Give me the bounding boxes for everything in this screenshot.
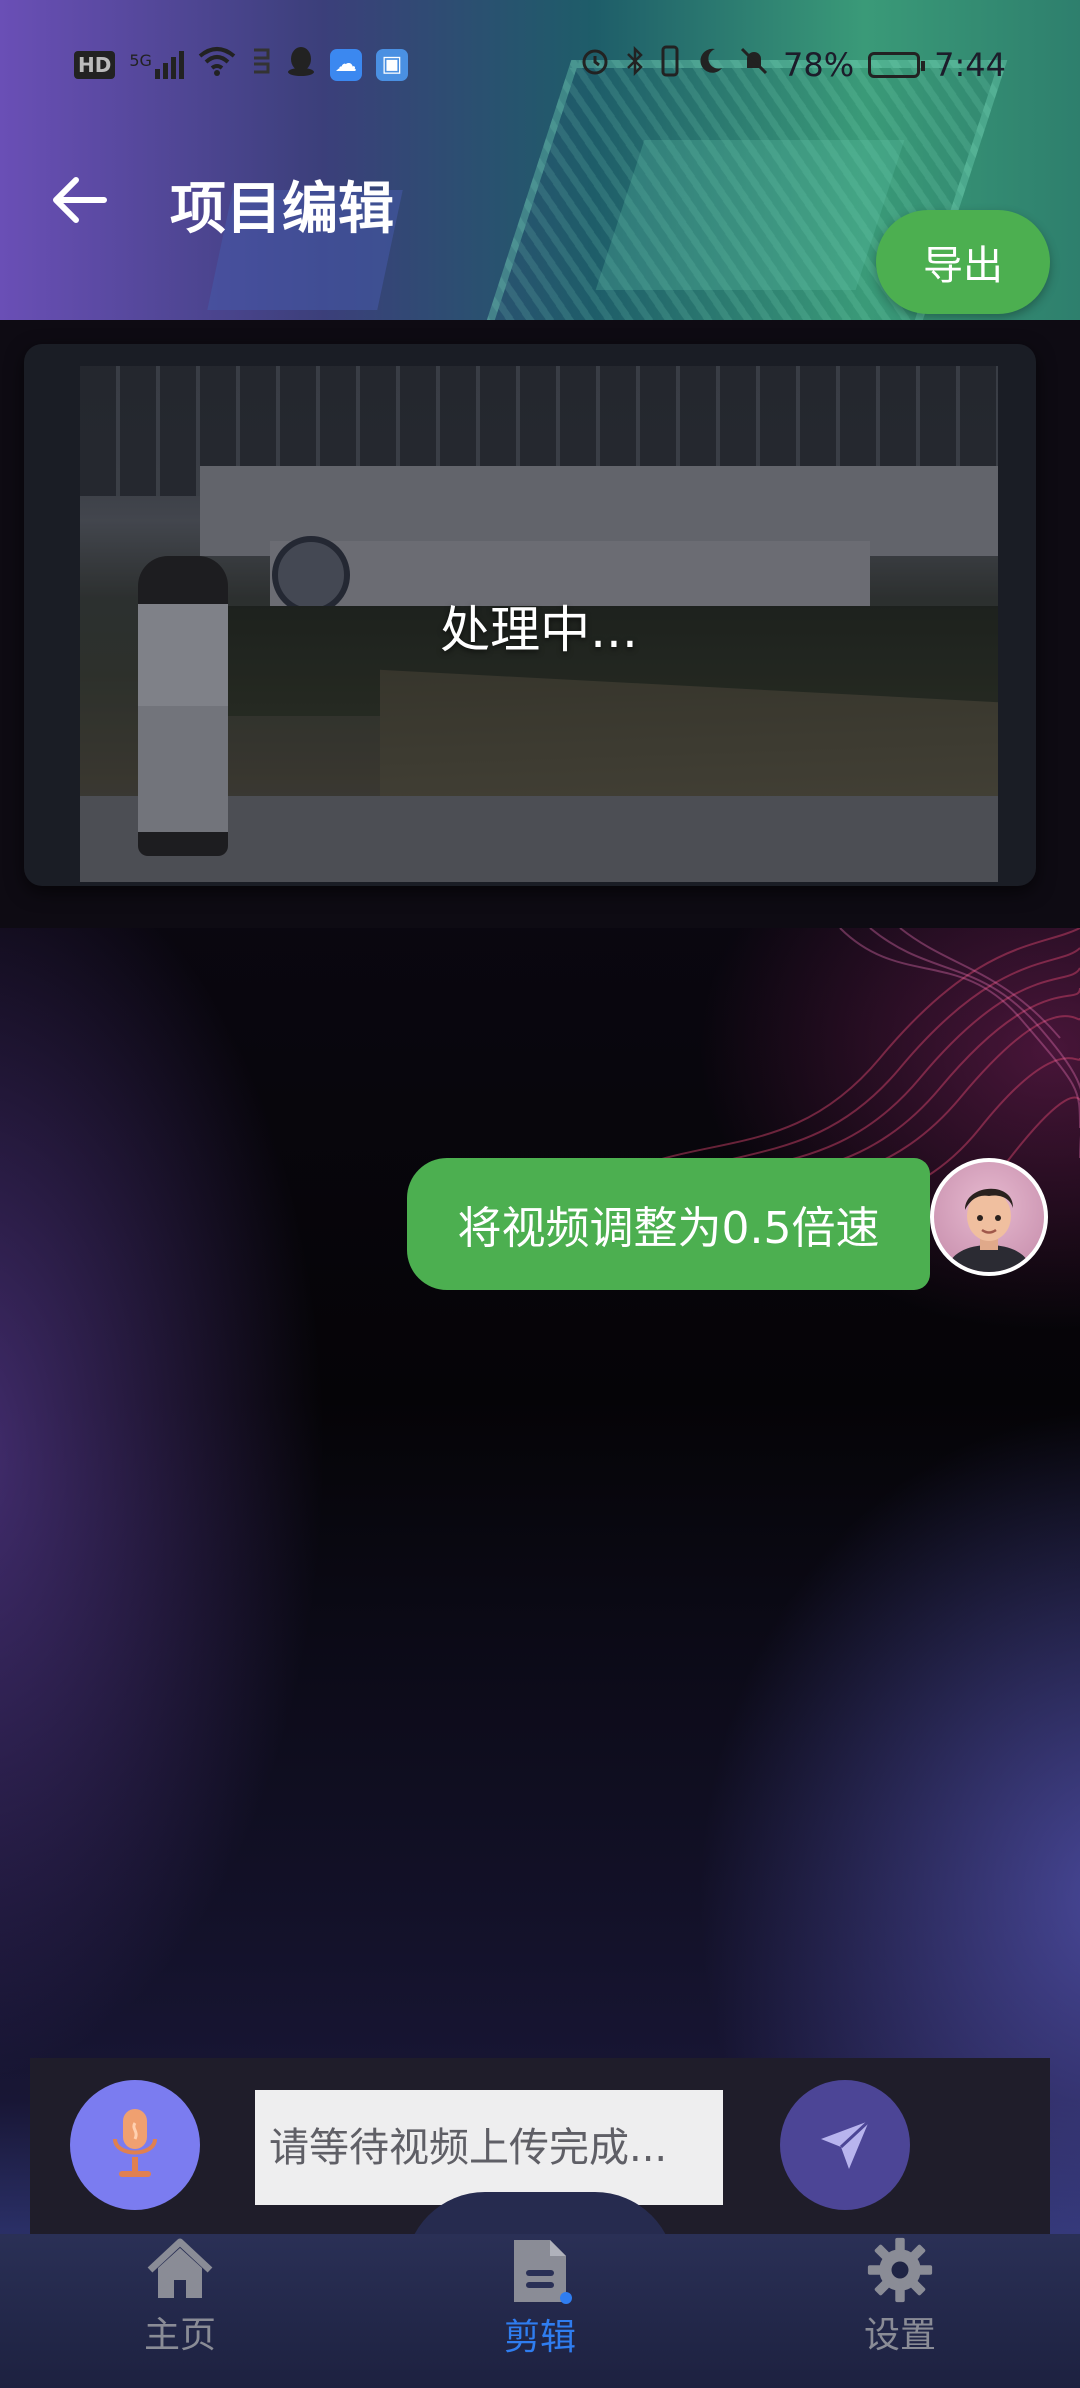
nav-item-settings[interactable]: 设置 <box>810 2236 990 2386</box>
signal-5g-icon: 5G <box>129 51 184 79</box>
hd-icon: HD <box>74 51 116 79</box>
nav-label-home: 主页 <box>143 2315 216 2356</box>
wifi-icon <box>198 46 236 84</box>
page-title: 项目编辑 <box>170 177 394 242</box>
clock-time: 7:44 <box>934 46 1006 84</box>
status-bar: HD 5G ☁ ▣ 78% 7:44 <box>0 30 1080 100</box>
back-arrow-icon <box>53 177 107 223</box>
send-button[interactable] <box>780 2080 910 2210</box>
document-icon <box>514 2240 572 2304</box>
message-input[interactable] <box>255 2090 723 2205</box>
nav-label-settings: 设置 <box>863 2315 936 2356</box>
status-left-icons: HD 5G ☁ ▣ <box>74 45 408 85</box>
processing-status: 处理中... <box>440 601 638 659</box>
battery-percent: 78% <box>783 46 855 84</box>
back-button[interactable] <box>48 168 112 232</box>
nfc-icon <box>250 46 272 84</box>
voice-input-button[interactable] <box>70 2080 200 2210</box>
cloud-app-icon: ☁ <box>329 49 362 81</box>
microphone-icon <box>113 2109 157 2177</box>
moon-icon <box>695 46 725 84</box>
nav-label-edit: 剪辑 <box>503 2317 576 2358</box>
app-badge-icon: ▣ <box>375 49 408 81</box>
alarm-icon <box>579 45 611 85</box>
mute-icon <box>739 46 769 84</box>
gear-icon <box>867 2237 933 2303</box>
status-right-icons: 78% 7:44 <box>579 45 1006 85</box>
nav-item-edit[interactable]: 剪辑 <box>450 2236 630 2386</box>
home-icon <box>147 2238 213 2298</box>
user-avatar <box>930 1158 1048 1276</box>
vibrate-icon <box>659 45 681 85</box>
bluetooth-icon <box>625 45 645 84</box>
nav-item-home[interactable]: 主页 <box>90 2236 270 2386</box>
send-icon <box>821 2119 871 2169</box>
qq-icon <box>286 45 316 85</box>
chat-message-bubble: 将视频调整为0.5倍速 <box>407 1158 930 1290</box>
battery-icon <box>868 52 926 78</box>
network-type-label: 5G <box>129 51 152 70</box>
export-button[interactable]: 导出 <box>876 210 1050 314</box>
